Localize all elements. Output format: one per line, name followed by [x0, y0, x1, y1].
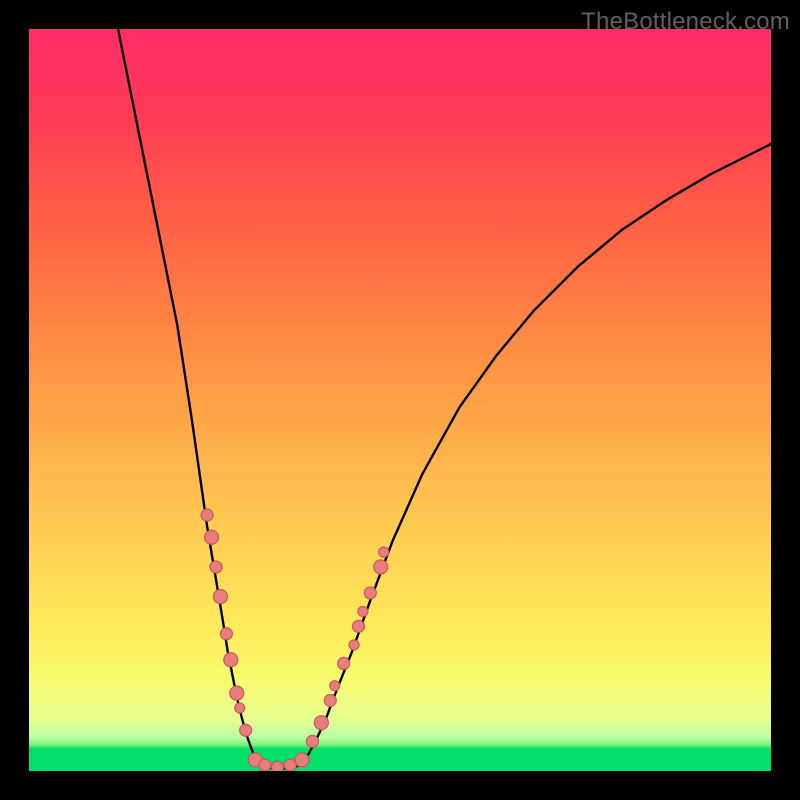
scatter-dot	[240, 724, 252, 736]
scatter-dot	[338, 657, 350, 669]
curve-right-branch	[300, 144, 771, 765]
scatter-dot	[352, 620, 364, 632]
plot-area	[29, 29, 771, 771]
scatter-dot	[358, 606, 368, 616]
scatter-dot	[364, 587, 376, 599]
scatter-dot	[201, 509, 213, 521]
scatter-dot	[306, 735, 318, 747]
scatter-dot	[220, 628, 232, 640]
scatter-dot	[230, 686, 244, 700]
scatter-dot	[224, 653, 238, 667]
curve-lines	[118, 29, 771, 769]
scatter-dot	[330, 681, 340, 691]
scatter-dot	[295, 753, 309, 767]
scatter-dot	[213, 590, 227, 604]
scatter-dot	[235, 703, 245, 713]
scatter-dot	[314, 716, 328, 730]
scatter-dot	[374, 560, 388, 574]
scatter-dot	[349, 640, 359, 650]
scatter-dot	[284, 759, 296, 771]
chart-canvas: TheBottleneck.com	[0, 0, 800, 800]
scatter-dot	[259, 759, 271, 771]
scatter-dot	[205, 530, 219, 544]
scatter-markers	[201, 509, 389, 771]
watermark-text: TheBottleneck.com	[581, 8, 790, 36]
scatter-dot	[210, 561, 222, 573]
scatter-dot	[324, 695, 336, 707]
curve-left-branch	[118, 29, 261, 765]
scatter-dot	[379, 547, 389, 557]
chart-svg	[29, 29, 771, 771]
scatter-dot	[272, 761, 284, 771]
